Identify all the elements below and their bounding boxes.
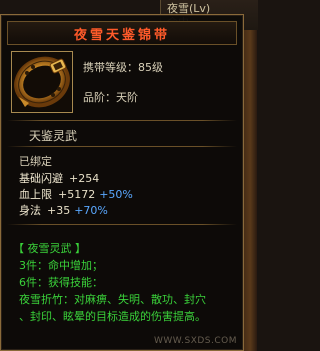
stat-value: +254 xyxy=(69,172,100,185)
stat-value: +35 xyxy=(47,204,71,217)
item-name: 夜雪天鉴锦带 xyxy=(73,27,170,43)
required-level-label: 携带等级： xyxy=(83,61,138,74)
divider-1 xyxy=(7,120,237,121)
required-level: 携带等级：85级 xyxy=(83,59,163,75)
required-level-value: 85级 xyxy=(138,61,163,74)
set-bonus-line: 3件：命中增加； xyxy=(19,259,103,272)
set-title: 【 夜雪灵武 】 xyxy=(13,242,86,255)
item-title-bar: 夜雪天鉴锦带 xyxy=(7,21,237,45)
set-bonus-line: 夜雪折竹：对麻痹、失明、散功、封穴 xyxy=(19,293,206,306)
stat-percent: +50% xyxy=(99,188,133,201)
bind-status: 已绑定 xyxy=(19,155,52,168)
set-bonus-line: 6件：获得技能： xyxy=(19,276,103,289)
quality: 品阶：天阶 xyxy=(83,89,138,105)
stat-name: 身法 xyxy=(19,204,41,217)
belt-icon xyxy=(13,53,71,111)
stat-line: 血上限 +5172 +50% xyxy=(19,186,133,202)
item-tooltip: 夜雪天鉴锦带 携带等级：85级 品阶：天阶 天鉴灵武 已绑定 基础闪避 +254… xyxy=(0,14,244,351)
stat-line: 基础闪避 +254 xyxy=(19,170,99,186)
item-category: 天鉴灵武 xyxy=(29,129,78,143)
stat-percent: +70% xyxy=(74,204,108,217)
stat-value: +5172 xyxy=(58,188,96,201)
quality-value: 天阶 xyxy=(116,91,138,104)
stat-name: 基础闪避 xyxy=(19,172,63,185)
watermark: WWW.SXDS.COM xyxy=(153,336,237,346)
divider-3 xyxy=(7,224,237,225)
stat-name: 血上限 xyxy=(19,188,52,201)
stat-line: 身法 +35 +70% xyxy=(19,202,108,218)
set-bonus-line: 、封印、眩晕的目标造成的伤害提高。 xyxy=(19,310,206,323)
item-icon-frame xyxy=(11,51,73,113)
quality-label: 品阶： xyxy=(83,91,116,104)
divider-2 xyxy=(7,146,237,147)
